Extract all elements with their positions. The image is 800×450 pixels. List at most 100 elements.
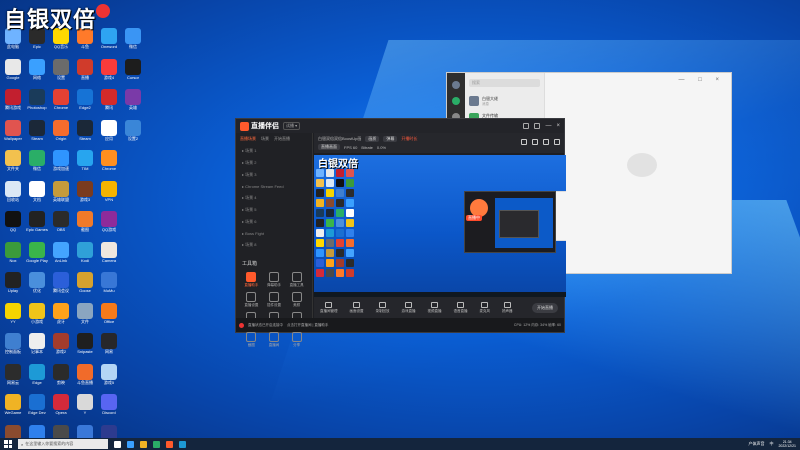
toolbar-button[interactable]: 直播间管理: [320, 302, 338, 314]
desktop-icon[interactable]: Chrome: [98, 150, 120, 178]
toolbar-button[interactable]: 麦克风: [480, 302, 490, 314]
share-icon[interactable]: [521, 139, 527, 145]
toolbar-button[interactable]: 录制回放: [376, 302, 390, 314]
toolbar-button[interactable]: 游戏直播: [402, 302, 416, 314]
status-mid[interactable]: 点击打开直播间 | 直播助手: [287, 323, 328, 328]
desktop-icon[interactable]: OBS: [50, 211, 72, 239]
gift-icon[interactable]: [532, 139, 538, 145]
scene-item[interactable]: ▸ 场景 6: [236, 216, 312, 228]
scene-item[interactable]: ▸ 场景 2: [236, 157, 312, 169]
desktop-icon[interactable]: TIM: [74, 150, 96, 178]
desktop-icon[interactable]: Discord: [98, 394, 120, 422]
desktop-icon[interactable]: 游戏4: [98, 58, 120, 87]
desktop-icon[interactable]: QQ: [2, 211, 24, 239]
desktop-icon[interactable]: Uplay: [2, 272, 24, 300]
desktop-icon[interactable]: Camera: [98, 241, 120, 270]
toolbox-item[interactable]: 弹幕助手: [263, 272, 286, 288]
desktop-icon[interactable]: Goose: [74, 272, 96, 300]
desktop-icon[interactable]: 设置2: [122, 119, 144, 148]
tab-scene[interactable]: 场景: [261, 136, 269, 142]
scene-item[interactable]: ▸ 场景 8: [236, 239, 312, 251]
desktop-icon[interactable]: Google: [2, 58, 24, 87]
toolbar-button[interactable]: 视频直播: [428, 302, 442, 314]
toolbox-item[interactable]: 直播助手: [240, 272, 263, 288]
chat-search-input[interactable]: 搜索: [469, 79, 540, 87]
desktop-icon[interactable]: 腾讯游戏: [2, 89, 24, 117]
desktop-icon[interactable]: WeGame: [2, 394, 24, 422]
desktop-icon[interactable]: Office: [98, 302, 120, 331]
toolbox-item[interactable]: 直播工具: [285, 272, 308, 288]
toolbox-item[interactable]: 美颜: [285, 292, 308, 308]
toolbox-item[interactable]: 截图: [240, 332, 263, 348]
clock[interactable]: 21:34 2022/12/21: [778, 440, 796, 448]
toolbox-item[interactable]: 直播间: [263, 332, 286, 348]
toolbox-item[interactable]: 插件设置: [263, 292, 286, 308]
taskbar-app-icon[interactable]: [166, 440, 173, 448]
desktop-icon[interactable]: 文件夹: [2, 150, 24, 178]
taskbar-app-icon[interactable]: [127, 440, 134, 448]
scene-item[interactable]: ▸ 场景 3: [236, 169, 312, 181]
chat-list-item[interactable]: 白银大佬 消息: [465, 93, 544, 110]
desktop-icon[interactable]: Steam: [26, 119, 48, 148]
desktop-icon[interactable]: 文档: [26, 180, 48, 209]
toolbox-item[interactable]: 分享: [285, 332, 308, 348]
minimize-button[interactable]: —: [545, 123, 551, 129]
desktop-icon[interactable]: 剪映: [50, 363, 72, 392]
desktop-icon[interactable]: 截图: [74, 211, 96, 239]
tab-live-scene[interactable]: 直播场景: [240, 136, 256, 142]
settings-icon[interactable]: [523, 123, 530, 129]
desktop-icon[interactable]: YY: [2, 302, 24, 331]
desktop-icon[interactable]: 腾讯: [98, 89, 120, 117]
desktop-icon[interactable]: 应用: [98, 119, 120, 148]
chat-tab-icon[interactable]: [452, 97, 460, 105]
desktop-icon[interactable]: 控制面板: [2, 333, 24, 361]
scene-item[interactable]: ▸ 场景 4: [236, 192, 312, 204]
desktop-icon[interactable]: Kodi: [74, 241, 96, 270]
danmu-pill[interactable]: 弹幕: [383, 136, 398, 142]
taskbar-app-icon[interactable]: [153, 440, 160, 448]
scene-item[interactable]: ▸ Boss Fight: [236, 228, 312, 239]
desktop-icon[interactable]: Origin: [50, 119, 72, 148]
desktop-icon[interactable]: Wallpaper: [2, 119, 24, 148]
desktop-icon[interactable]: 腾讯会议: [50, 272, 72, 300]
desktop-icon[interactable]: 游戏加速: [50, 150, 72, 178]
desktop-icon[interactable]: 小游戏: [26, 302, 48, 331]
desktop-icon[interactable]: 微信: [122, 28, 144, 56]
toolbar-button[interactable]: 语音直播: [454, 302, 468, 314]
taskbar-app-icon[interactable]: [114, 440, 121, 448]
desktop-icon[interactable]: Google Play: [26, 241, 48, 270]
desktop-icon[interactable]: 网易云: [2, 363, 24, 392]
desktop-icon[interactable]: 微信: [26, 150, 48, 178]
desktop-icon[interactable]: 英雄联盟: [50, 180, 72, 209]
desktop-icon[interactable]: Epic Games: [26, 211, 48, 239]
start-icon[interactable]: [4, 440, 12, 448]
desktop-icon[interactable]: 斗鱼直播: [74, 363, 96, 392]
desktop-icon[interactable]: 记事本: [26, 333, 48, 361]
scene-item[interactable]: ▸ Chrome Stream Feed: [236, 181, 312, 192]
desktop-icon[interactable]: AnLink: [50, 241, 72, 270]
scene-item[interactable]: ▸ 场景 1: [236, 145, 312, 157]
desktop-icon[interactable]: Opera: [50, 394, 72, 422]
chat-icon[interactable]: [543, 139, 549, 145]
taskbar-search-input[interactable]: ⌕ 在这里输入你要搜索的内容: [18, 439, 108, 449]
desktop-icon[interactable]: Snipaste: [74, 333, 96, 361]
desktop-icon[interactable]: 英雄: [122, 89, 144, 117]
desktop-icon[interactable]: 优化: [26, 272, 48, 300]
toolbar-button[interactable]: 扬声器: [502, 302, 513, 314]
desktop-icon[interactable]: Edge: [26, 363, 48, 392]
desktop-icon[interactable]: 网易: [98, 333, 120, 361]
toolbox-item[interactable]: 直播设置: [240, 292, 263, 308]
desktop-icon[interactable]: 回收站: [2, 180, 24, 209]
desktop-icon[interactable]: Chrome: [50, 89, 72, 117]
tray-text[interactable]: 产体声音: [748, 441, 764, 447]
more-icon[interactable]: [554, 139, 560, 145]
desktop-icon[interactable]: 游戏5: [98, 363, 120, 392]
taskbar-app-icon[interactable]: [179, 440, 186, 448]
user-avatar[interactable]: [452, 81, 460, 89]
window-controls[interactable]: — □ ×: [679, 77, 725, 83]
mail-icon[interactable]: [534, 123, 541, 129]
desktop-icon[interactable]: Edge Dev: [26, 394, 48, 422]
live-streaming-window[interactable]: 直播伴侣 试播 ▾ — × 直播场景 场景 开始直播 ▸ 场景 1 ▸ 场景 2 ▸…: [235, 118, 566, 347]
desktop-icon[interactable]: Y: [74, 394, 96, 422]
desktop-icon[interactable]: 游戏3: [74, 180, 96, 209]
